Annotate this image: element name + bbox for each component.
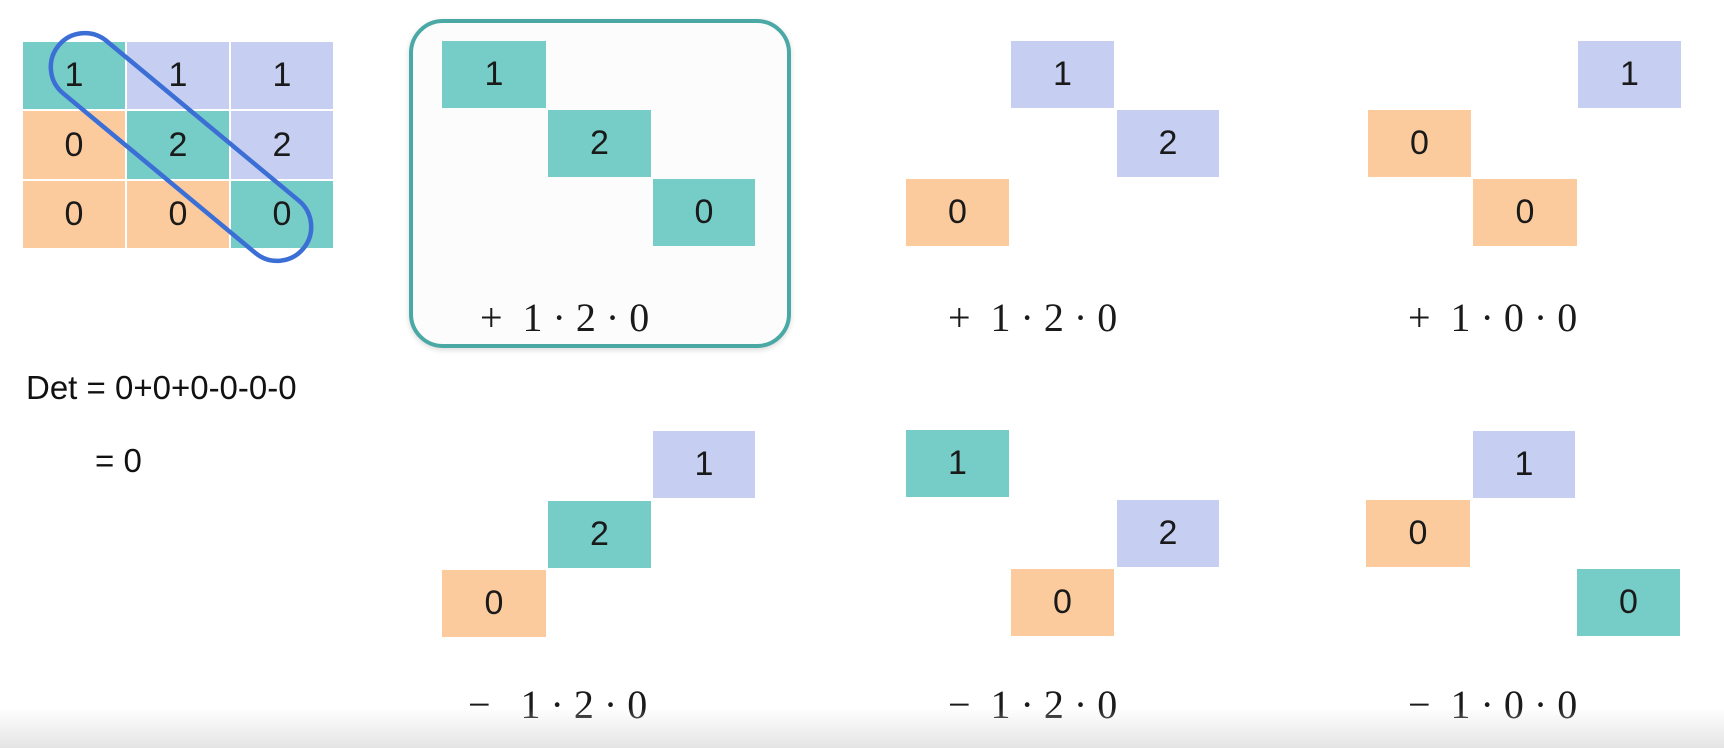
term-2-cell-1: 1: [1011, 41, 1114, 108]
determinant-expression: Det = 0+0+0-0-0-0: [26, 369, 297, 406]
term-2-cell-2: 2: [1117, 110, 1219, 177]
term-5-cell-3: 0: [1011, 569, 1114, 636]
term-5-cell-1: 1: [906, 430, 1009, 497]
term-1-cell-3: 0: [653, 179, 755, 246]
term-6-cell-2: 0: [1366, 500, 1470, 567]
matrix-cell-r3c1: 0: [23, 181, 127, 250]
term-3-label: + 1 · 0 · 0: [1408, 295, 1578, 340]
matrix-cell-r1c1: 1: [23, 42, 127, 111]
term-3-cell-2: 0: [1368, 110, 1471, 177]
term-2-label: + 1 · 2 · 0: [948, 295, 1118, 340]
term-1-cell-2: 2: [548, 110, 651, 177]
term-1-cell-1: 1: [442, 41, 546, 108]
term-3-cell-3: 0: [1473, 179, 1577, 246]
matrix-cell-r2c2: 2: [127, 111, 231, 181]
term-4-cell-2: 2: [548, 501, 651, 568]
term-6-cell-3: 0: [1577, 569, 1680, 636]
term-5-cell-2: 2: [1117, 500, 1219, 567]
matrix-cell-r1c3: 1: [231, 42, 335, 111]
bottom-shadow-bar: [0, 708, 1724, 748]
matrix-cell-r1c2: 1: [127, 42, 231, 111]
matrix-cell-r2c1: 0: [23, 111, 127, 181]
term-4-cell-3: 0: [442, 570, 546, 637]
determinant-result: = 0: [95, 442, 142, 479]
matrix-cell-r3c2: 0: [127, 181, 231, 250]
term-2-cell-3: 0: [906, 179, 1009, 246]
term-4-cell-1: 1: [653, 431, 755, 498]
term-3-cell-1: 1: [1578, 41, 1681, 108]
matrix-cell-r2c3: 2: [231, 111, 335, 181]
term-6-cell-1: 1: [1473, 431, 1575, 498]
matrix-cell-r3c3: 0: [231, 181, 335, 250]
term-1-label: + 1 · 2 · 0: [480, 295, 650, 340]
